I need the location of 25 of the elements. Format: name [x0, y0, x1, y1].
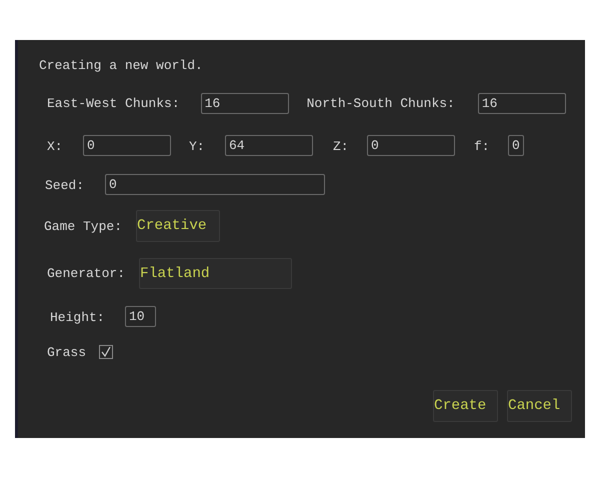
field-label: Z:: [333, 139, 349, 154]
input-field[interactable]: 0: [508, 135, 524, 156]
checkbox-label: Grass: [47, 345, 86, 360]
dialog-title: Creating a new world.: [39, 58, 203, 73]
field-label: Height:: [50, 310, 105, 325]
input-field[interactable]: 10: [125, 306, 156, 327]
input-field[interactable]: 16: [200, 93, 289, 114]
input-field[interactable]: 16: [478, 93, 566, 114]
field-label: X:: [47, 139, 63, 154]
game-type-button[interactable]: Creative: [136, 210, 220, 242]
field-label: Game Type:: [44, 219, 122, 234]
input-field[interactable]: 64: [225, 135, 313, 156]
field-label: Y:: [189, 139, 205, 154]
input-field[interactable]: 0: [105, 174, 325, 195]
dialog-button[interactable]: Cancel: [507, 390, 572, 422]
field-label: f:: [474, 139, 490, 154]
input-field[interactable]: 0: [83, 135, 171, 156]
field-label: North-South Chunks:: [306, 96, 455, 111]
generator-button[interactable]: Flatland: [139, 258, 292, 289]
checkbox[interactable]: [99, 345, 113, 359]
field-label: East-West Chunks:: [47, 96, 180, 111]
field-label: Generator:: [47, 266, 126, 281]
input-field[interactable]: 0: [367, 135, 455, 156]
dialog-button[interactable]: Create: [433, 390, 498, 422]
field-label: Seed:: [45, 178, 84, 193]
